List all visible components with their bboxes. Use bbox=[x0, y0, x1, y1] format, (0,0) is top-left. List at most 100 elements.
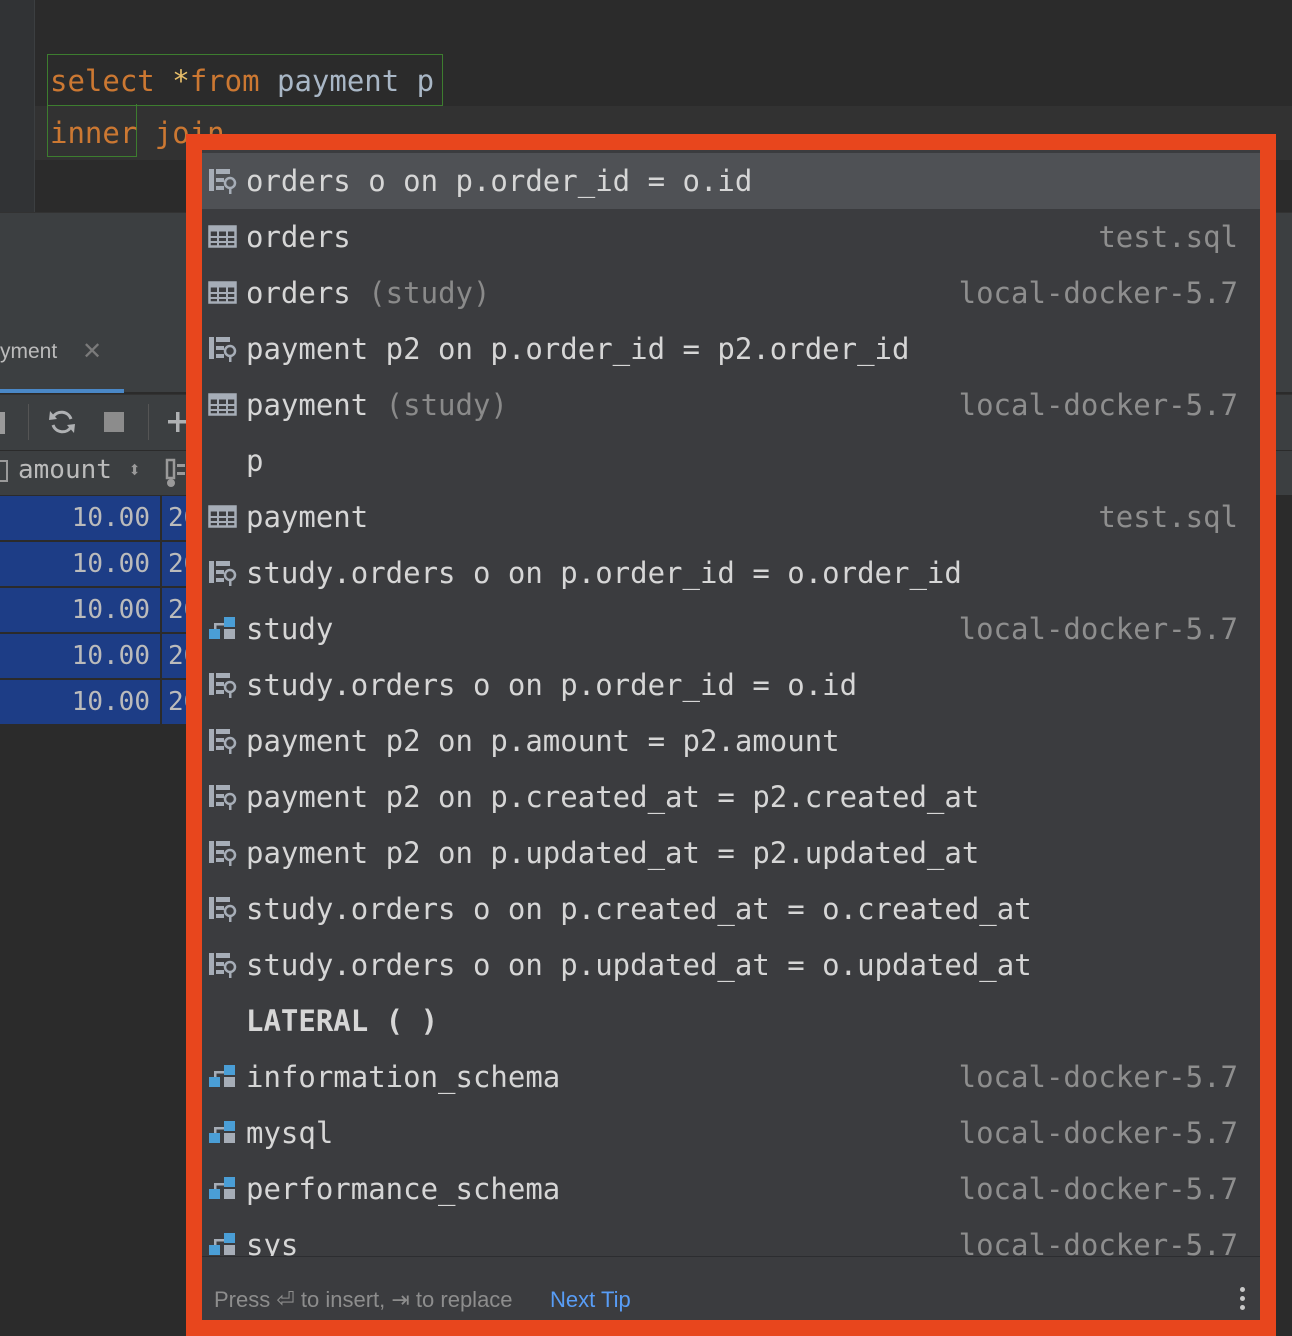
completion-item-label: orders (study) bbox=[246, 276, 491, 310]
cell-amount[interactable]: 10.00 bbox=[72, 588, 150, 632]
completion-item-label: orders o on p.order_id = o.id bbox=[246, 164, 753, 198]
join-icon bbox=[208, 727, 238, 755]
cell-amount[interactable]: 10.00 bbox=[72, 496, 150, 540]
schema-icon bbox=[208, 1175, 238, 1203]
join-icon bbox=[208, 783, 238, 811]
completion-item-location: local-docker-5.7 bbox=[958, 276, 1238, 310]
footer-hint: Press ⏎ to insert, ⇥ to replace bbox=[214, 1287, 513, 1312]
completion-item-label: information_schema bbox=[246, 1060, 561, 1094]
completion-item-label: p bbox=[246, 444, 264, 478]
table-row[interactable]: 10.00 20 bbox=[0, 588, 199, 634]
join-icon bbox=[208, 671, 238, 699]
completion-item-location: local-docker-5.7 bbox=[958, 1116, 1238, 1150]
completion-item-label: study.orders o on p.updated_at = o.updat… bbox=[246, 948, 1032, 982]
completion-list[interactable]: orders o on p.order_id = o.id orders test.… bbox=[202, 150, 1260, 1256]
completion-item[interactable]: p bbox=[202, 433, 1260, 489]
table-row[interactable]: 10.00 20 bbox=[0, 542, 199, 588]
completion-item[interactable]: orders o on p.order_id = o.id bbox=[202, 153, 1260, 209]
table-ref: payment p bbox=[259, 64, 435, 98]
active-tab-indicator bbox=[0, 389, 124, 393]
table-row[interactable]: 10.00 20 bbox=[0, 634, 199, 680]
completion-item-location: local-docker-5.7 bbox=[958, 612, 1238, 646]
toolbar-edge-icon bbox=[0, 412, 5, 434]
join-icon bbox=[208, 951, 238, 979]
completion-item-label: payment (study) bbox=[246, 388, 508, 422]
completion-item-label: performance_schema bbox=[246, 1172, 561, 1206]
code-completion-popup[interactable]: orders o on p.order_id = o.id orders test.… bbox=[186, 134, 1276, 1336]
stop-icon[interactable] bbox=[104, 412, 124, 432]
completion-item[interactable]: sys local-docker-5.7 bbox=[202, 1217, 1260, 1256]
cell-amount[interactable]: 10.00 bbox=[72, 542, 150, 586]
close-icon[interactable]: ✕ bbox=[82, 337, 102, 366]
table-icon bbox=[208, 503, 238, 531]
schema-icon bbox=[208, 1063, 238, 1091]
completion-item-location: local-docker-5.7 bbox=[958, 1228, 1238, 1256]
refresh-icon[interactable] bbox=[47, 407, 77, 437]
code-line-1[interactable]: select *from payment p bbox=[50, 56, 434, 106]
table-icon bbox=[208, 391, 238, 419]
toolbar-divider bbox=[148, 404, 149, 440]
completion-item-label: study bbox=[246, 612, 334, 646]
join-icon bbox=[208, 335, 238, 363]
completion-item-label: payment bbox=[246, 500, 369, 534]
completion-item-label: payment p2 on p.amount = p2.amount bbox=[246, 724, 840, 758]
column-header-amount[interactable]: amount bbox=[18, 455, 112, 485]
join-icon bbox=[208, 559, 238, 587]
completion-item[interactable]: payment p2 on p.updated_at = p2.updated_… bbox=[202, 825, 1260, 881]
completion-item[interactable]: study local-docker-5.7 bbox=[202, 601, 1260, 657]
schema-icon bbox=[208, 1231, 238, 1256]
completion-item[interactable]: payment test.sql bbox=[202, 489, 1260, 545]
completion-item[interactable]: LATERAL ( ) bbox=[202, 993, 1260, 1049]
completion-item-label: LATERAL ( ) bbox=[246, 1004, 439, 1038]
table-icon bbox=[208, 279, 238, 307]
completion-item[interactable]: information_schema local-docker-5.7 bbox=[202, 1049, 1260, 1105]
table-row[interactable]: 10.00 20 bbox=[0, 680, 199, 726]
completion-item-label: study.orders o on p.order_id = o.order_i… bbox=[246, 556, 962, 590]
completion-item[interactable]: payment p2 on p.created_at = p2.created_… bbox=[202, 769, 1260, 825]
completion-item[interactable]: orders test.sql bbox=[202, 209, 1260, 265]
completion-item[interactable]: performance_schema local-docker-5.7 bbox=[202, 1161, 1260, 1217]
completion-item[interactable]: payment (study) local-docker-5.7 bbox=[202, 377, 1260, 433]
completion-item-label: sys bbox=[246, 1228, 299, 1256]
completion-item[interactable]: mysql local-docker-5.7 bbox=[202, 1105, 1260, 1161]
completion-item-location: local-docker-5.7 bbox=[958, 1172, 1238, 1206]
results-tab-label[interactable]: yment bbox=[0, 340, 57, 364]
completion-item[interactable]: study.orders o on p.created_at = o.creat… bbox=[202, 881, 1260, 937]
completion-item-location: test.sql bbox=[1098, 500, 1238, 534]
next-tip-link[interactable]: Next Tip bbox=[550, 1287, 631, 1313]
completion-item[interactable]: orders (study) local-docker-5.7 bbox=[202, 265, 1260, 321]
completion-item[interactable]: payment p2 on p.amount = p2.amount bbox=[202, 713, 1260, 769]
completion-item-label: orders bbox=[246, 220, 351, 254]
schema-icon bbox=[208, 615, 238, 643]
completion-item[interactable]: study.orders o on p.updated_at = o.updat… bbox=[202, 937, 1260, 993]
completion-item-label: payment p2 on p.updated_at = p2.updated_… bbox=[246, 836, 980, 870]
table-icon bbox=[208, 223, 238, 251]
completion-item[interactable]: payment p2 on p.order_id = p2.order_id bbox=[202, 321, 1260, 377]
keyword-from: from bbox=[189, 64, 260, 98]
keyword-select: select bbox=[50, 64, 173, 98]
completion-footer: Press ⏎ to insert, ⇥ to replace Next Tip bbox=[202, 1256, 1260, 1320]
completion-item-hint: (study) bbox=[350, 276, 491, 310]
star-operator: * bbox=[172, 64, 190, 98]
column-table-icon bbox=[0, 460, 8, 482]
editor-gutter bbox=[0, 0, 35, 212]
keyword-inner: inner bbox=[50, 116, 138, 150]
completion-item-label: study.orders o on p.order_id = o.id bbox=[246, 668, 858, 702]
more-icon[interactable] bbox=[1240, 1287, 1246, 1315]
completion-item-location: local-docker-5.7 bbox=[958, 388, 1238, 422]
column-key-icon bbox=[165, 458, 185, 487]
table-row[interactable]: 10.00 20 bbox=[0, 496, 199, 542]
cell-amount[interactable]: 10.00 bbox=[72, 634, 150, 678]
completion-item-label: study.orders o on p.created_at = o.creat… bbox=[246, 892, 1032, 926]
cell-amount[interactable]: 10.00 bbox=[72, 680, 150, 724]
completion-item[interactable]: study.orders o on p.order_id = o.id bbox=[202, 657, 1260, 713]
join-icon bbox=[208, 839, 238, 867]
completion-item[interactable]: study.orders o on p.order_id = o.order_i… bbox=[202, 545, 1260, 601]
completion-item-location: local-docker-5.7 bbox=[958, 1060, 1238, 1094]
completion-item-label: payment p2 on p.order_id = p2.order_id bbox=[246, 332, 910, 366]
schema-icon bbox=[208, 1119, 238, 1147]
join-icon bbox=[208, 895, 238, 923]
sort-icon[interactable]: ⬍ bbox=[128, 458, 141, 483]
join-icon bbox=[208, 167, 238, 195]
completion-item-location: test.sql bbox=[1098, 220, 1238, 254]
